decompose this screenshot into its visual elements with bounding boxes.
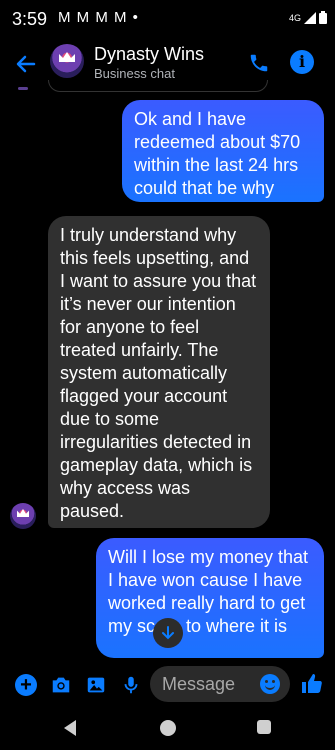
crown-logo-icon xyxy=(17,509,29,517)
system-navigation-bar xyxy=(0,708,335,750)
nav-recents-icon[interactable] xyxy=(257,720,271,734)
message-incoming[interactable]: I truly understand why this feels upsett… xyxy=(48,216,270,528)
emoji-icon[interactable] xyxy=(260,674,280,694)
previous-message-edge xyxy=(48,80,268,92)
crown-logo-icon xyxy=(59,52,75,62)
mic-icon[interactable] xyxy=(120,674,142,696)
scroll-to-bottom-button[interactable] xyxy=(153,618,183,648)
arrow-left-icon[interactable] xyxy=(14,52,38,76)
avatar[interactable] xyxy=(50,44,84,78)
status-bar: 3:59 M M M M • 4G xyxy=(0,0,335,40)
camera-icon[interactable] xyxy=(50,674,72,696)
phone-icon[interactable] xyxy=(248,52,270,74)
read-indicator xyxy=(18,87,28,90)
network-label: 4G xyxy=(288,12,301,23)
message-composer: + Message xyxy=(0,662,335,708)
signal-icon xyxy=(304,11,316,24)
message-placeholder: Message xyxy=(162,674,236,694)
nav-home-icon[interactable] xyxy=(160,720,176,736)
image-icon[interactable] xyxy=(85,674,107,696)
nav-back-icon[interactable] xyxy=(64,720,76,736)
arrow-down-icon xyxy=(162,626,174,640)
thumbs-up-icon[interactable] xyxy=(300,672,324,696)
notification-icons: M M M M • xyxy=(58,9,139,26)
system-icons: 4G xyxy=(289,11,327,24)
battery-icon xyxy=(319,11,327,24)
contact-name[interactable]: Dynasty Wins xyxy=(94,44,204,65)
message-outgoing[interactable]: Ok and I have redeemed about $70 within … xyxy=(122,100,324,202)
info-icon[interactable]: i xyxy=(290,50,314,74)
sender-avatar[interactable] xyxy=(10,503,36,529)
status-time: 3:59 xyxy=(12,9,48,29)
plus-icon[interactable]: + xyxy=(15,674,37,696)
message-outgoing[interactable]: Will I lose my money that I have won cau… xyxy=(96,538,324,658)
contact-subtitle: Business chat xyxy=(94,66,175,81)
message-input[interactable]: Message xyxy=(150,666,290,702)
